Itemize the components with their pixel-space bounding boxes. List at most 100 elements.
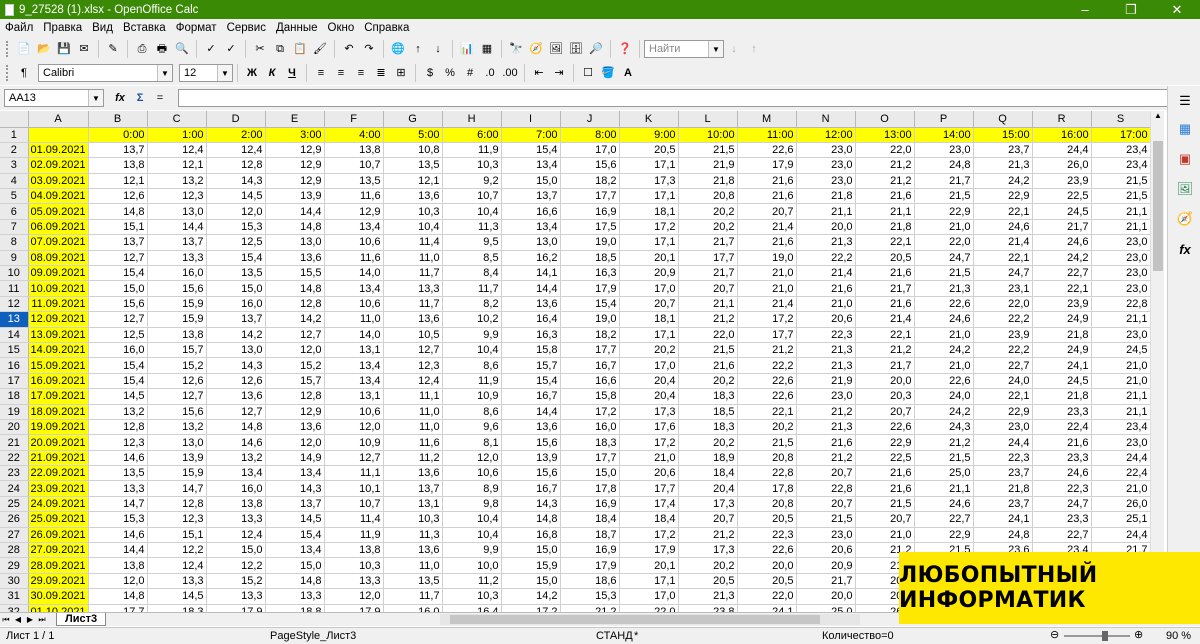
cell[interactable]: 13,6	[383, 542, 443, 559]
cell[interactable]: 24,5	[1091, 342, 1151, 359]
cell[interactable]: 13,4	[324, 357, 384, 374]
row-header[interactable]: 13	[0, 311, 29, 328]
cell[interactable]: 21,3	[973, 157, 1033, 174]
cell[interactable]: 12,0	[88, 573, 148, 590]
cell[interactable]: 21,0	[1091, 480, 1151, 497]
cell[interactable]: 22,2	[796, 250, 856, 267]
cell[interactable]: 10,4	[383, 219, 443, 236]
cell[interactable]: 13,8	[324, 142, 384, 159]
cell[interactable]: 12,3	[88, 434, 148, 451]
cell[interactable]: 22,5	[855, 450, 915, 467]
cell[interactable]: 14,1	[501, 265, 561, 282]
cell[interactable]: 24,6	[973, 219, 1033, 236]
column-header[interactable]: B	[88, 111, 148, 128]
row-header[interactable]: 32	[0, 604, 29, 612]
cell[interactable]: 20,2	[678, 434, 738, 451]
cell[interactable]: 12,4	[206, 142, 266, 159]
cell[interactable]: 24.09.2021	[28, 496, 89, 513]
cell[interactable]: 21,0	[796, 296, 856, 313]
cell[interactable]: 17,1	[619, 573, 679, 590]
cell[interactable]: 14,8	[88, 588, 148, 605]
cell[interactable]: 21,5	[914, 265, 974, 282]
cell[interactable]: 13,9	[147, 450, 207, 467]
menu-item[interactable]: Данные	[271, 22, 323, 34]
cell[interactable]: 01.10.2021	[28, 604, 89, 612]
cell[interactable]: 17,1	[619, 234, 679, 251]
cell[interactable]: 21,2	[855, 342, 915, 359]
next-sheet-icon[interactable]: ▶	[24, 615, 36, 624]
copy-icon[interactable]: ⧉	[272, 41, 288, 57]
cell[interactable]: 15,3	[88, 511, 148, 528]
cell[interactable]: 17,3	[678, 496, 738, 513]
cell[interactable]: 14,6	[206, 434, 266, 451]
cell[interactable]: 12,6	[147, 373, 207, 390]
cell[interactable]: 12,5	[88, 327, 148, 343]
cell[interactable]: 13,3	[147, 573, 207, 590]
cell[interactable]: 20,5	[737, 511, 797, 528]
row-header[interactable]: 21	[0, 434, 29, 451]
cell[interactable]: 3:00	[265, 127, 325, 143]
cell[interactable]: 21,6	[855, 465, 915, 482]
cell[interactable]: 24,7	[973, 265, 1033, 282]
cell[interactable]: 23,4	[1091, 157, 1151, 174]
email-icon[interactable]: ✉	[76, 41, 92, 57]
cell[interactable]: 20,7	[796, 465, 856, 482]
cell[interactable]: 22,1	[855, 327, 915, 343]
cell[interactable]: 9,5	[442, 234, 502, 251]
font-color-icon[interactable]: A	[620, 65, 636, 81]
column-header[interactable]: I	[501, 111, 561, 128]
cell[interactable]: 17,1	[619, 157, 679, 174]
cell[interactable]: 21,5	[1091, 188, 1151, 205]
cell[interactable]: 14,6	[88, 527, 148, 544]
chevron-down-icon[interactable]: ▼	[157, 65, 172, 81]
zoom-in-icon[interactable]: ⊕	[1134, 628, 1143, 641]
row-header[interactable]: 31	[0, 588, 29, 605]
cell[interactable]: 14,6	[88, 450, 148, 467]
cell[interactable]: 15,0	[501, 573, 561, 590]
cell[interactable]: 24,1	[973, 511, 1033, 528]
chevron-down-icon[interactable]: ▼	[88, 90, 103, 106]
cell[interactable]: 22,1	[973, 203, 1033, 220]
cell[interactable]: 17,9	[206, 604, 266, 612]
cell[interactable]: 13,4	[324, 373, 384, 390]
cell[interactable]: 15,2	[265, 357, 325, 374]
cell[interactable]: 15,8	[560, 388, 620, 405]
save-icon[interactable]: 💾	[56, 41, 72, 57]
cell[interactable]: 18,3	[560, 434, 620, 451]
cell[interactable]: 24,1	[737, 604, 797, 612]
menu-item[interactable]: Сервис	[222, 22, 271, 34]
cell[interactable]: 17,5	[560, 219, 620, 236]
cell[interactable]: 21,3	[678, 588, 738, 605]
cell[interactable]: 24,8	[973, 527, 1033, 544]
cell[interactable]: 12,8	[265, 296, 325, 313]
cell[interactable]: 17,3	[619, 173, 679, 190]
cell[interactable]: 22,8	[737, 465, 797, 482]
cell[interactable]: 21,2	[855, 157, 915, 174]
cell[interactable]: 14,9	[265, 450, 325, 467]
cell[interactable]: 26,0	[1091, 496, 1151, 513]
cell[interactable]: 18,4	[678, 465, 738, 482]
cell[interactable]: 24,1	[1032, 357, 1092, 374]
cell[interactable]: 13,3	[324, 573, 384, 590]
cell[interactable]: 17,6	[619, 419, 679, 436]
cell[interactable]: 20,6	[619, 465, 679, 482]
merge-cells-icon[interactable]: ⊞	[393, 65, 409, 81]
cell[interactable]: 29.09.2021	[28, 573, 89, 590]
cell[interactable]: 16,2	[501, 250, 561, 267]
cell[interactable]: 15,0	[206, 280, 266, 297]
cell[interactable]: 10,6	[324, 234, 384, 251]
redo-icon[interactable]: ↷	[361, 41, 377, 57]
underline-button[interactable]: Ч	[284, 65, 300, 81]
cell[interactable]: 14,8	[265, 219, 325, 236]
cell[interactable]: 13,5	[383, 157, 443, 174]
column-header[interactable]: F	[324, 111, 384, 128]
cell[interactable]: 17,9	[737, 157, 797, 174]
cell[interactable]: 15,4	[265, 527, 325, 544]
cell[interactable]: 14,8	[88, 203, 148, 220]
function-wizard-icon[interactable]: fx	[112, 90, 128, 106]
cell[interactable]: 14,4	[501, 404, 561, 420]
cell[interactable]: 20,5	[855, 250, 915, 267]
cell[interactable]: 11,1	[324, 465, 384, 482]
cell[interactable]: 13,6	[206, 388, 266, 405]
cell[interactable]: 13,6	[383, 188, 443, 205]
